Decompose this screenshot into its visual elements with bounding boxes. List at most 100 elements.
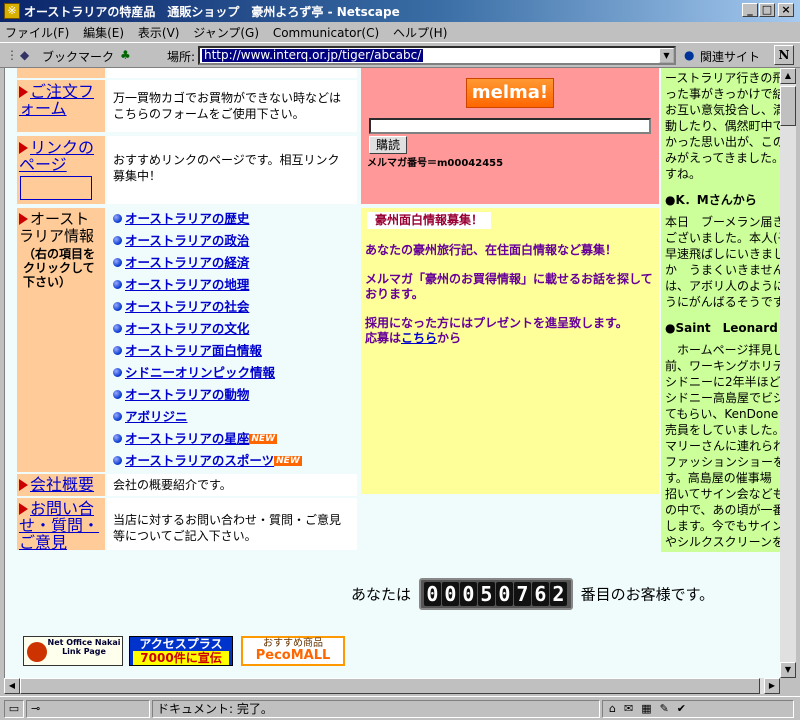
- australia-info-link[interactable]: オーストラリアの政治: [125, 233, 249, 248]
- australia-info-link[interactable]: オーストラリアの動物: [125, 387, 249, 402]
- link-banner-placeholder[interactable]: [20, 176, 92, 200]
- nav-cell-contact: お問い合せ・質問・ご意見: [17, 498, 105, 552]
- australia-info-link[interactable]: オーストラリア面白情報: [125, 343, 262, 358]
- blue-bullet-icon: [113, 434, 122, 443]
- nav-link-links[interactable]: リンクのページ: [19, 138, 94, 174]
- security-lock-icon[interactable]: ▭: [4, 700, 24, 718]
- testimonial-line: すね。: [665, 167, 702, 181]
- recruit-heading: 豪州面白情報募集！: [367, 212, 492, 229]
- maximize-button[interactable]: □: [759, 3, 775, 17]
- australia-info-link[interactable]: オーストラリアのスポーツ: [125, 453, 274, 468]
- recruit-apply-line: 応募はこちらから: [365, 331, 655, 346]
- bookmark-icon: ◆: [20, 48, 30, 62]
- menu-edit[interactable]: 編集(E): [78, 22, 129, 43]
- scroll-left-arrow-icon[interactable]: ◀: [4, 678, 20, 694]
- counter-digit: 6: [531, 582, 549, 606]
- url-input[interactable]: http://www.interq.or.jp/tiger/abcabc/ ▼: [198, 46, 676, 65]
- minimize-button[interactable]: _: [742, 3, 758, 17]
- scroll-down-arrow-icon[interactable]: ▼: [780, 662, 796, 678]
- testimonial-line: す。高島屋の催事場: [665, 471, 772, 485]
- new-badge: NEW: [249, 434, 277, 444]
- access-plus-line1: アクセスプラス: [139, 637, 223, 651]
- testimonial-line: シドニー高島屋でビジ: [665, 391, 780, 405]
- recruit-line1: あなたの豪州旅行記、在住面白情報など募集！: [365, 243, 618, 257]
- testimonial-line: お互い意気投合し、満: [665, 103, 780, 117]
- australia-info-item: オーストラリアの政治: [113, 230, 357, 252]
- connection-plug-icon: ⊸: [26, 700, 150, 718]
- menu-communicator[interactable]: Communicator(C): [268, 24, 384, 42]
- component-bar-icons[interactable]: ⌂✉▦✎✔: [602, 700, 794, 718]
- australia-info-item: オーストラリアの経済: [113, 252, 357, 274]
- order-form-description: 万一買物カゴでお買物ができない時などはこちらのフォームをご使用下さい。: [107, 80, 357, 132]
- counter-digit: 0: [441, 582, 459, 606]
- nav-link-company[interactable]: 会社概要: [30, 475, 94, 494]
- australia-info-heading: オーストラリア情報: [19, 210, 95, 245]
- menu-file[interactable]: ファイル(F): [0, 22, 74, 43]
- blue-bullet-icon: [113, 346, 122, 355]
- recruit-apply-link[interactable]: こちら: [401, 331, 437, 345]
- australia-info-link[interactable]: アボリジニ: [125, 409, 188, 424]
- netoffice-banner[interactable]: Net Office Nakai Link Page: [23, 636, 123, 666]
- counter-digit: 0: [495, 582, 513, 606]
- testimonial-line: ございました。本人(子: [665, 231, 780, 245]
- testimonial-line: ホームページ拝見し: [665, 343, 780, 357]
- melma-email-input[interactable]: [369, 118, 651, 134]
- url-dropdown-arrow-icon[interactable]: ▼: [659, 48, 674, 63]
- pecomall-line2: PecoMALL: [255, 648, 331, 663]
- australia-info-link[interactable]: シドニーオリンピック情報: [125, 365, 275, 380]
- access-plus-banner[interactable]: アクセスプラス 7000件に宣伝: [129, 636, 233, 666]
- blue-bullet-icon: [113, 456, 122, 465]
- australia-info-link[interactable]: オーストラリアの歴史: [125, 211, 249, 226]
- close-button[interactable]: ×: [778, 3, 794, 17]
- australia-info-link[interactable]: オーストラリアの社会: [125, 299, 249, 314]
- testimonial-line: 本日 ブーメラン届き: [665, 215, 780, 229]
- desc-cell-previous: [107, 68, 357, 78]
- menu-help[interactable]: ヘルプ(H): [388, 22, 452, 43]
- testimonial-block-1: ーストラリア行きの飛 った事がきっかけで結 お互い意気投合し、満 動したり、偶然町中で…: [665, 70, 780, 182]
- counter-digits: 00050762: [418, 578, 573, 610]
- window-title: オーストラリアの特産品 通販ショップ 豪州よろず亭 - Netscape: [24, 5, 400, 19]
- status-bar: ▭ ⊸ ドキュメント: 完了。 ⌂✉▦✎✔: [0, 696, 800, 720]
- australia-info-item: アボリジニ: [113, 406, 357, 428]
- nav-link-order-form[interactable]: ご注文フォーム: [19, 82, 94, 118]
- location-label: 場所:: [167, 50, 196, 64]
- australia-info-link[interactable]: オーストラリアの地理: [125, 277, 249, 292]
- melma-logo[interactable]: melma!: [466, 78, 554, 108]
- blue-bullet-icon: [113, 258, 122, 267]
- australia-info-link[interactable]: オーストラリアの星座: [125, 431, 249, 446]
- australia-info-list-cell: オーストラリアの歴史 オーストラリアの政治 オーストラリアの経済 オーストラリアの地理…: [107, 208, 357, 472]
- testimonial-line: 早速飛ばしにいきまし: [665, 247, 780, 261]
- blue-bullet-icon: [113, 324, 122, 333]
- red-arrow-icon: [19, 86, 28, 98]
- contact-description: 当店に対するお問い合わせ・質問・ご意見等についてご記入下さい。: [107, 498, 357, 550]
- vertical-scrollbar[interactable]: ▲ ▼: [780, 68, 796, 678]
- counter-suffix: 番目のお客様です。: [580, 585, 715, 604]
- testimonial-line: 売員をしていました。: [665, 423, 780, 437]
- pecomall-banner[interactable]: おすすめ商品 PecoMALL: [241, 636, 345, 666]
- counter-digit: 7: [513, 582, 531, 606]
- scroll-right-arrow-icon[interactable]: ▶: [764, 678, 780, 694]
- red-arrow-icon: [19, 503, 28, 515]
- nav-link-contact[interactable]: お問い合せ・質問・ご意見: [19, 499, 99, 552]
- australia-info-link[interactable]: オーストラリアの文化: [125, 321, 249, 336]
- melma-subscribe-button[interactable]: 購読: [369, 136, 407, 154]
- menu-view[interactable]: 表示(V): [133, 22, 185, 43]
- blue-bullet-icon: [113, 302, 122, 311]
- blue-bullet-icon: [113, 236, 122, 245]
- recruit-apply-prefix: 応募は: [365, 331, 402, 345]
- australia-info-link[interactable]: オーストラリアの経済: [125, 255, 249, 270]
- horizontal-scrollbar[interactable]: ◀ ▶: [4, 678, 780, 694]
- related-sites-button[interactable]: 関連サイト: [700, 48, 760, 65]
- menu-go[interactable]: ジャンプ(G): [188, 22, 264, 43]
- testimonial-line: マリーさんに連れられ: [665, 439, 780, 453]
- bookmarks-button[interactable]: ブックマーク: [42, 48, 114, 65]
- blue-bullet-icon: [113, 412, 122, 421]
- location-page-icon[interactable]: ♣: [120, 48, 131, 62]
- scroll-up-arrow-icon[interactable]: ▲: [780, 68, 796, 84]
- horizontal-scroll-thumb[interactable]: [20, 678, 760, 694]
- vertical-scroll-thumb[interactable]: [780, 86, 796, 126]
- counter-digit: 5: [477, 582, 495, 606]
- testimonial-line: シドニーに2年半ほど: [665, 375, 780, 389]
- new-badge: NEW: [274, 456, 302, 466]
- menu-bar: ファイル(F) 編集(E) 表示(V) ジャンプ(G) Communicator…: [0, 22, 800, 42]
